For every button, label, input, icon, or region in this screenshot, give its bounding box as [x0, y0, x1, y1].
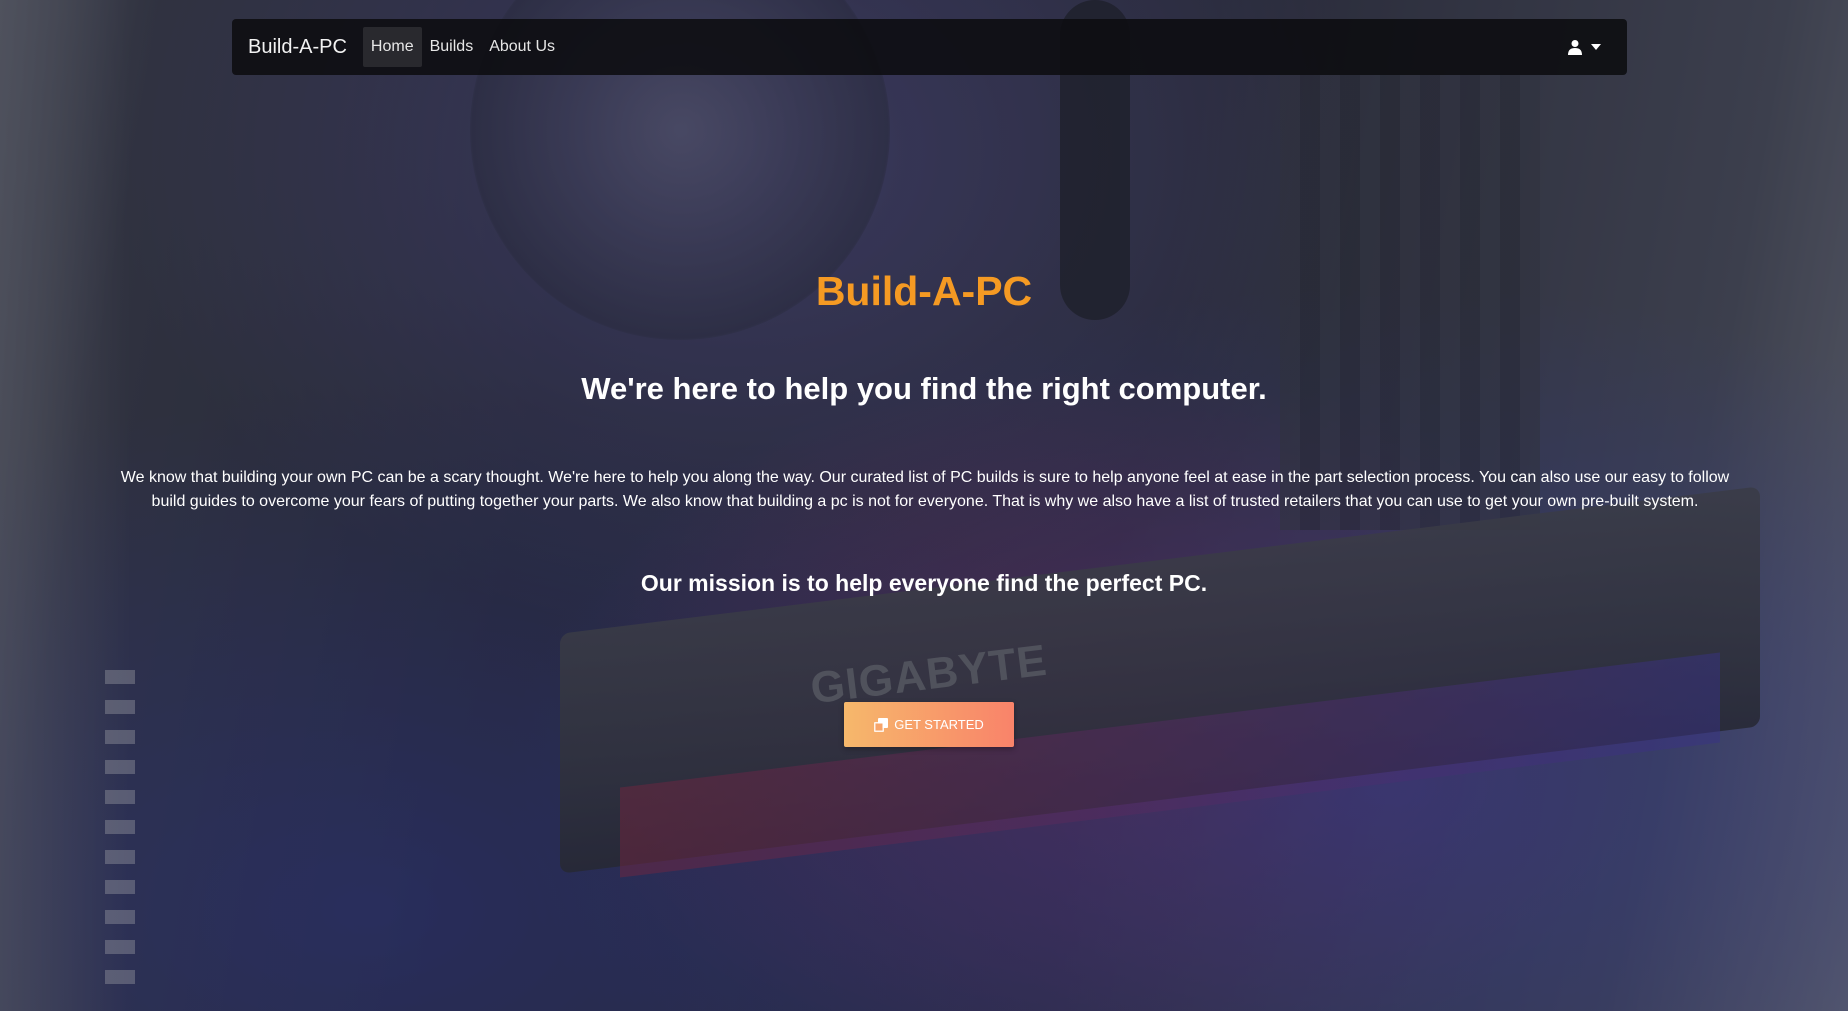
nav-link-builds[interactable]: Builds	[422, 27, 482, 67]
hero-description: We know that building your own PC can be…	[120, 469, 1730, 510]
get-started-label: GET STARTED	[894, 717, 984, 732]
navbar-brand[interactable]: Build-A-PC	[248, 36, 347, 59]
hero-tagline: We're here to help you find the right co…	[581, 371, 1267, 406]
mission-statement: Our mission is to help everyone find the…	[640, 570, 1208, 596]
user-icon	[1568, 40, 1582, 55]
navbar: Build-A-PC Home Builds About Us	[232, 19, 1627, 75]
get-started-button[interactable]: GET STARTED	[844, 702, 1014, 747]
copy-icon	[874, 717, 889, 732]
hero-section: GIGABYTE Build-A-PC Home Builds About Us…	[0, 0, 1848, 1011]
user-menu-dropdown[interactable]	[1557, 31, 1611, 63]
chevron-down-icon	[1591, 44, 1601, 50]
nav-link-home[interactable]: Home	[362, 27, 422, 67]
nav-links: Home Builds About Us	[362, 27, 563, 67]
page-title: Build-A-PC	[815, 268, 1033, 314]
nav-link-about-us[interactable]: About Us	[481, 27, 563, 67]
